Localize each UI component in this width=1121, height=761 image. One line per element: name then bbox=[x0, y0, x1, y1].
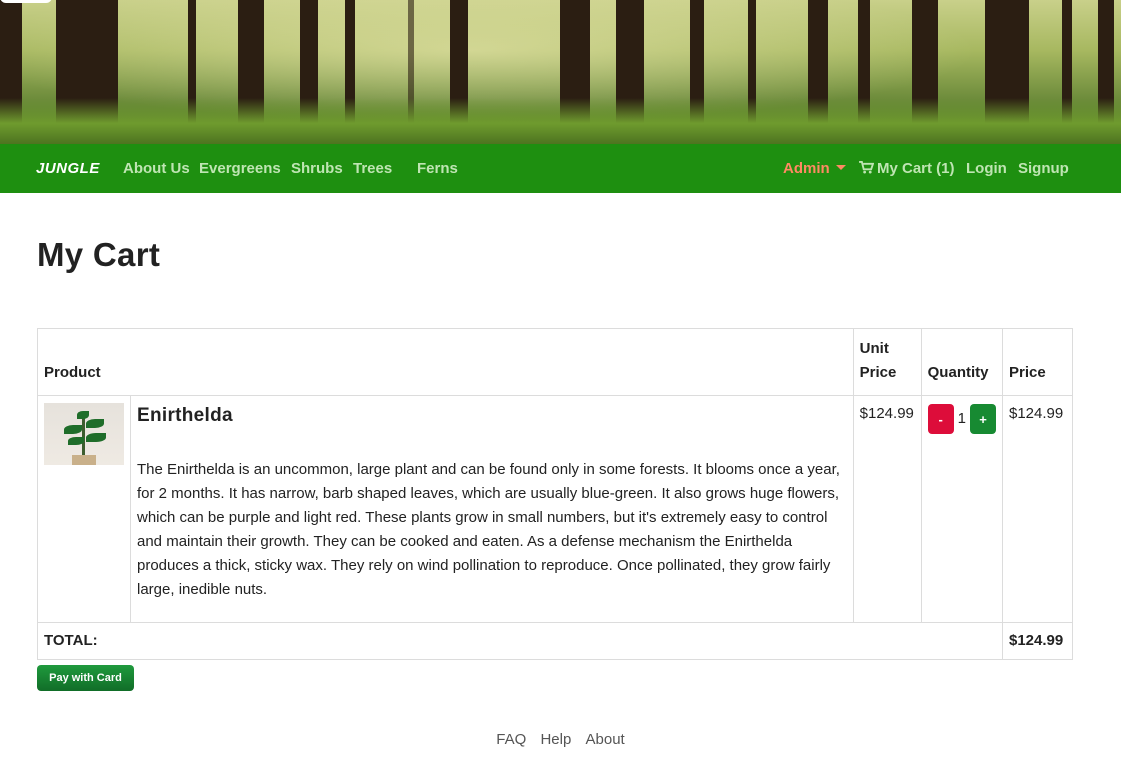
nav-signup[interactable]: Signup bbox=[1018, 144, 1069, 193]
cart-label: My Cart (1) bbox=[877, 160, 955, 177]
column-header-price: Price bbox=[1001, 328, 1074, 396]
total-label: TOTAL: bbox=[37, 622, 1003, 660]
product-name[interactable]: Enirthelda bbox=[137, 404, 847, 428]
caret-down-icon bbox=[835, 164, 846, 170]
increase-quantity-button[interactable]: + bbox=[969, 404, 996, 434]
nav-evergreens[interactable]: Evergreens bbox=[199, 144, 281, 193]
admin-label: Admin bbox=[783, 160, 830, 177]
total-value: $124.99 bbox=[1001, 622, 1074, 660]
quantity-value: 1 bbox=[957, 410, 966, 427]
main-navbar: JUNGLE About Us Evergreens Shrubs Trees … bbox=[0, 144, 1121, 193]
quantity-stepper: - 1 + bbox=[927, 404, 996, 434]
quantity-cell: - 1 + bbox=[920, 395, 1003, 623]
footer: FAQ Help About bbox=[0, 731, 1121, 748]
column-header-quantity: Quantity bbox=[920, 328, 1003, 396]
page-title: My Cart bbox=[37, 236, 161, 273]
nav-my-cart[interactable]: My Cart (1) bbox=[859, 144, 955, 193]
nav-ferns[interactable]: Ferns bbox=[417, 144, 458, 193]
column-header-unit-price: Unit Price bbox=[852, 328, 922, 396]
decrease-quantity-button[interactable]: - bbox=[927, 404, 954, 434]
total-row: TOTAL: $124.99 bbox=[37, 622, 1074, 660]
nav-trees[interactable]: Trees bbox=[353, 144, 392, 193]
header-banner-image bbox=[0, 0, 1121, 144]
brand-logo[interactable]: JUNGLE bbox=[36, 144, 100, 193]
undergrowth bbox=[0, 98, 1121, 144]
nav-login[interactable]: Login bbox=[966, 144, 1007, 193]
cart-table: Product Unit Price Quantity Price Enirth… bbox=[37, 328, 1074, 660]
footer-link-help[interactable]: Help bbox=[540, 731, 571, 748]
corner-tab bbox=[0, 0, 52, 3]
unit-price-cell: $124.99 bbox=[852, 395, 922, 623]
shopping-cart-icon bbox=[859, 161, 875, 174]
footer-link-about[interactable]: About bbox=[586, 731, 625, 748]
column-header-product: Product bbox=[37, 328, 854, 396]
nav-about-us[interactable]: About Us bbox=[123, 144, 190, 193]
product-image-cell bbox=[37, 395, 131, 623]
footer-link-faq[interactable]: FAQ bbox=[496, 731, 526, 748]
price-cell: $124.99 bbox=[1001, 395, 1074, 623]
table-row: Enirthelda The Enirthelda is an uncommon… bbox=[37, 395, 1074, 623]
product-description: The Enirthelda is an uncommon, large pla… bbox=[137, 461, 840, 598]
nav-shrubs[interactable]: Shrubs bbox=[291, 144, 343, 193]
admin-dropdown[interactable]: Admin bbox=[783, 144, 846, 193]
pay-with-card-button[interactable]: Pay with Card bbox=[37, 665, 134, 691]
product-info-cell: Enirthelda The Enirthelda is an uncommon… bbox=[130, 395, 854, 623]
table-header-row: Product Unit Price Quantity Price bbox=[37, 328, 1074, 396]
product-thumbnail bbox=[44, 403, 124, 465]
